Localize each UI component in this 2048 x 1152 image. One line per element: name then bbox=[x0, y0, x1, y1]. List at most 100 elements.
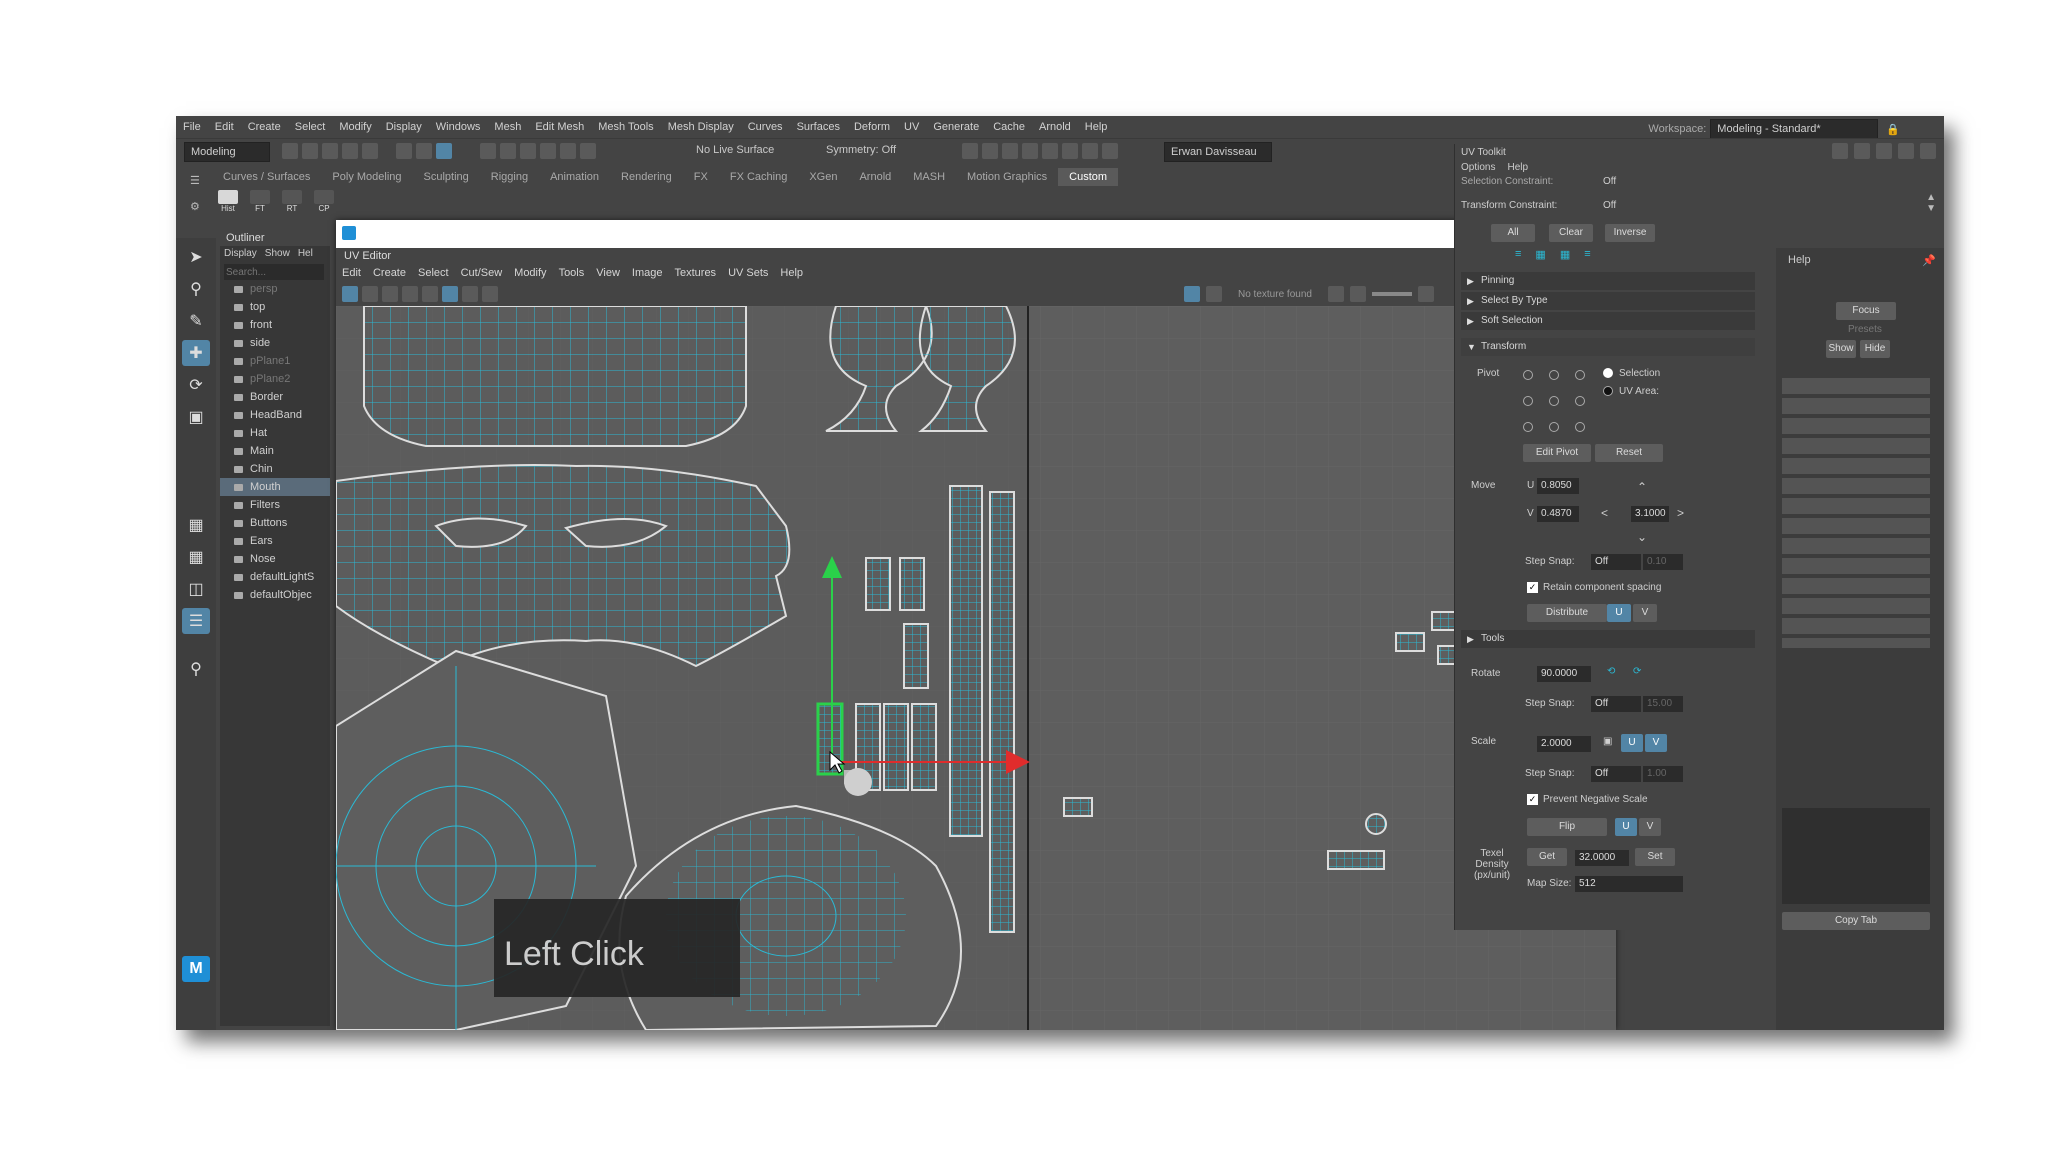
texel-density-field[interactable]: 32.0000 bbox=[1575, 850, 1629, 866]
uv-menu-edit[interactable]: Edit bbox=[336, 267, 367, 279]
menu-mesh-display[interactable]: Mesh Display bbox=[661, 121, 741, 133]
shelf-tab-mash[interactable]: MASH bbox=[902, 168, 956, 186]
menu-mesh[interactable]: Mesh bbox=[487, 121, 528, 133]
uv-menu-create[interactable]: Create bbox=[367, 267, 412, 279]
shelf-cp-icon[interactable]: CP bbox=[312, 190, 336, 213]
outliner-menu-display[interactable]: Display bbox=[224, 246, 257, 262]
pivot-radio[interactable] bbox=[1549, 422, 1559, 432]
rotate-cw-icon[interactable]: ⟳ bbox=[1633, 666, 1641, 677]
outliner-item[interactable]: Nose bbox=[220, 550, 330, 568]
menu-mesh-tools[interactable]: Mesh Tools bbox=[591, 121, 660, 133]
render-frame-icon[interactable] bbox=[962, 143, 978, 159]
menu-display[interactable]: Display bbox=[379, 121, 429, 133]
inverse-button[interactable]: Inverse bbox=[1605, 224, 1655, 242]
outliner-item[interactable]: Ears bbox=[220, 532, 330, 550]
menu-cache[interactable]: Cache bbox=[986, 121, 1032, 133]
selection-constraint-value[interactable]: Off bbox=[1603, 176, 1616, 187]
gamma-icon[interactable] bbox=[1417, 286, 1434, 302]
outliner-item[interactable]: pPlane2 bbox=[220, 370, 330, 388]
uv-menu-image[interactable]: Image bbox=[626, 267, 669, 279]
uv-snapshot-icon[interactable] bbox=[482, 286, 498, 302]
layer-editor-icon[interactable] bbox=[1920, 143, 1936, 159]
uv-shell-head[interactable] bbox=[363, 306, 747, 447]
move-step-field[interactable]: 3.1000 bbox=[1631, 506, 1669, 522]
outliner-item[interactable]: Hat bbox=[220, 424, 330, 442]
user-dropdown[interactable]: Erwan Davisseau bbox=[1164, 142, 1272, 162]
hide-button[interactable]: Hide bbox=[1860, 340, 1890, 358]
single-view-icon[interactable]: ▦ bbox=[182, 512, 210, 538]
menu-surfaces[interactable]: Surfaces bbox=[790, 121, 847, 133]
move-down-icon[interactable]: ⌄ bbox=[1637, 530, 1647, 544]
reset-pivot-button[interactable]: Reset bbox=[1595, 444, 1663, 462]
select-by-hierarchy-icon[interactable] bbox=[396, 143, 412, 159]
menu-windows[interactable]: Windows bbox=[429, 121, 488, 133]
search-icon[interactable]: ⚲ bbox=[182, 656, 210, 682]
uv-grid-icon[interactable] bbox=[442, 286, 458, 302]
select-tool-icon[interactable]: ➤ bbox=[182, 244, 210, 270]
render-view-icon[interactable] bbox=[1042, 143, 1058, 159]
uv-window-titlebar[interactable]: – ☐ ✕ bbox=[336, 220, 1617, 248]
uv-face-icon[interactable] bbox=[402, 286, 418, 302]
shelf-scroll-icon[interactable]: ▲ ▼ bbox=[1926, 192, 1936, 214]
pinning-section[interactable]: ▶ Pinning bbox=[1461, 272, 1755, 290]
scale-tool-icon[interactable]: ▣ bbox=[182, 404, 210, 430]
exposure-icon[interactable] bbox=[1349, 286, 1366, 302]
outliner-item[interactable]: Mouth bbox=[220, 478, 330, 496]
lock-icon[interactable]: 🔒 bbox=[1886, 123, 1900, 136]
rotate-field[interactable]: 90.0000 bbox=[1537, 666, 1591, 682]
uv-texture-icon[interactable] bbox=[422, 286, 438, 302]
texel-set-button[interactable]: Set bbox=[1635, 848, 1675, 866]
distribute-u-button[interactable]: U bbox=[1607, 604, 1631, 622]
move-left-icon[interactable]: < bbox=[1601, 506, 1608, 520]
shelf-tab-animation[interactable]: Animation bbox=[539, 168, 610, 186]
pivot-radio[interactable] bbox=[1523, 396, 1533, 406]
outliner-menu-hel[interactable]: Hel bbox=[298, 246, 313, 262]
outliner-item[interactable]: defaultObjec bbox=[220, 586, 330, 604]
flip-button[interactable]: Flip bbox=[1527, 818, 1607, 836]
hypershade-icon[interactable] bbox=[1022, 143, 1038, 159]
move-step-snap-value[interactable]: Off bbox=[1591, 554, 1641, 570]
menu-modify[interactable]: Modify bbox=[332, 121, 378, 133]
pivot-radio[interactable] bbox=[1549, 370, 1559, 380]
shelf-tab-custom[interactable]: Custom bbox=[1058, 168, 1119, 186]
paint-select-icon[interactable]: ✎ bbox=[182, 308, 210, 334]
uv-menu-modify[interactable]: Modify bbox=[508, 267, 552, 279]
outliner-item[interactable]: Filters bbox=[220, 496, 330, 514]
distribute-button[interactable]: Distribute bbox=[1527, 604, 1607, 622]
prevent-negative-checkbox[interactable]: ✓ bbox=[1527, 794, 1538, 805]
shelf-tab-curves-surfaces[interactable]: Curves / Surfaces bbox=[212, 168, 321, 186]
select-by-type-section[interactable]: ▶ Select By Type bbox=[1461, 292, 1755, 310]
show-button[interactable]: Show bbox=[1826, 340, 1856, 358]
ipr-render-icon[interactable] bbox=[982, 143, 998, 159]
move-u-field[interactable]: 0.8050 bbox=[1537, 478, 1579, 494]
move-tool-icon[interactable]: ✚ bbox=[182, 340, 210, 366]
image-display-icon[interactable] bbox=[1184, 286, 1200, 302]
menu-edit-mesh[interactable]: Edit Mesh bbox=[528, 121, 591, 133]
shelf-hist-icon[interactable]: Hist bbox=[216, 190, 240, 213]
shelf-tab-fx[interactable]: FX bbox=[683, 168, 719, 186]
shelf-tab-poly-modeling[interactable]: Poly Modeling bbox=[321, 168, 412, 186]
outliner-item[interactable]: side bbox=[220, 334, 330, 352]
menu-arnold[interactable]: Arnold bbox=[1032, 121, 1078, 133]
move-up-icon[interactable]: ⌃ bbox=[1637, 480, 1647, 494]
snap-plane-icon[interactable] bbox=[540, 143, 556, 159]
checker-icon[interactable] bbox=[1206, 286, 1222, 302]
workspace-dropdown[interactable]: Modeling - Standard* bbox=[1710, 119, 1879, 139]
uv-toolkit-menu-help[interactable]: Help bbox=[1507, 162, 1528, 173]
shelf-tab-motion-graphics[interactable]: Motion Graphics bbox=[956, 168, 1058, 186]
retain-spacing-checkbox[interactable]: ✓ bbox=[1527, 582, 1538, 593]
isolate-icon[interactable] bbox=[1327, 286, 1344, 302]
select-by-component-icon[interactable] bbox=[436, 143, 452, 159]
open-scene-icon[interactable] bbox=[302, 143, 318, 159]
scale-v-button[interactable]: V bbox=[1645, 734, 1667, 752]
attribute-editor-icon[interactable] bbox=[1854, 143, 1870, 159]
menu-create[interactable]: Create bbox=[241, 121, 288, 133]
scale-lock-icon[interactable]: ▣ bbox=[1603, 736, 1612, 747]
snap-live-icon[interactable] bbox=[580, 143, 596, 159]
scale-u-button[interactable]: U bbox=[1621, 734, 1643, 752]
uv-shell-mask[interactable] bbox=[336, 464, 791, 668]
outliner-item[interactable]: Buttons bbox=[220, 514, 330, 532]
outliner-item[interactable]: persp bbox=[220, 280, 330, 298]
menu-generate[interactable]: Generate bbox=[926, 121, 986, 133]
uv-menu-select[interactable]: Select bbox=[412, 267, 455, 279]
